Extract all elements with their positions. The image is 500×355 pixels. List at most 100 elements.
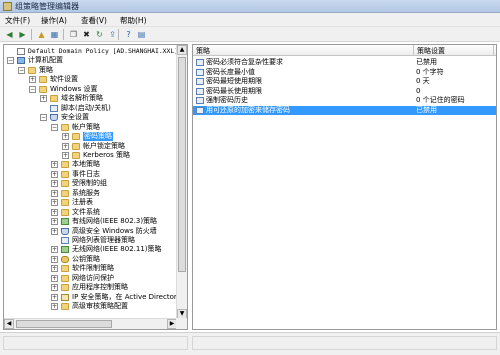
tree-item[interactable]: 脚本(启动/关机) [4,104,177,113]
tree-item[interactable]: − 计算机配置 [4,56,177,65]
scroll-thumb[interactable] [178,57,186,272]
tree-item[interactable]: + 注册表 [4,198,177,207]
expand-icon[interactable]: + [51,227,58,235]
tree-item[interactable]: 网络列表管理器策略 [4,236,177,245]
tree-item-label: 网络访问保护 [72,273,114,282]
scroll-up-icon[interactable]: ▲ [177,45,187,55]
expand-icon[interactable]: + [51,293,58,301]
tree-pane[interactable]: Default Domain Policy [AD.SHANGHAI.XXL] … [3,44,188,330]
properties-icon[interactable]: ▤ [136,29,147,40]
tree-item[interactable]: + IP 安全策略，在 Active Directory [4,293,177,302]
policy-row[interactable]: 密码最长使用期限 0 [193,87,496,96]
tree-item[interactable]: + 受限制的组 [4,179,177,188]
tree-horizontal-scrollbar[interactable]: ◀ ▶ [4,318,177,329]
delete-icon[interactable]: ✖ [81,29,92,40]
menu-view[interactable]: 查看(V) [81,15,107,26]
menu-bar: 文件(F) 操作(A) 查看(V) 帮助(H) [0,13,500,27]
tree-item[interactable]: + 文件系统 [4,208,177,217]
collapse-icon[interactable]: − [40,114,47,122]
expand-icon[interactable]: + [51,180,58,188]
tree-item-label: 文件系统 [72,207,100,216]
tree-item[interactable]: + 有线网络(IEEE 802.3)策略 [4,217,177,226]
menu-action[interactable]: 操作(A) [41,15,67,26]
forward-arrow-icon[interactable]: ▶ [17,29,28,40]
export-list-icon[interactable]: ⇪ [107,29,118,40]
tree-item[interactable]: + 软件限制策略 [4,264,177,273]
copy-icon[interactable]: ❐ [68,29,79,40]
up-folder-icon[interactable]: ▲ [36,29,47,40]
expand-icon[interactable]: + [29,76,36,84]
status-cell [3,336,188,350]
expand-icon[interactable]: + [62,142,69,150]
details-pane[interactable]: 策略 策略设置 密码必须符合复杂性要求 已禁用 密码长度最小值 0 个字符 密码最短使用… [192,44,497,330]
tree-item[interactable]: + 域名解析策略 [4,94,177,103]
tree-item[interactable]: + 高级审核策略配置 [4,302,177,311]
column-divider[interactable] [493,45,494,56]
tree-item[interactable]: Default Domain Policy [AD.SHANGHAI.XXL] … [4,47,177,56]
policy-row[interactable]: 密码长度最小值 0 个字符 [193,68,496,77]
menu-help[interactable]: 帮助(H) [120,15,147,26]
tree-item[interactable]: − 策略 [4,66,177,75]
policy-name: 强制密码历史 [206,96,248,104]
scroll-thumb-horizontal[interactable] [16,320,112,328]
column-divider[interactable] [413,45,414,56]
tree-item[interactable]: + 密码策略 [4,132,177,142]
tree-item-label: 策略 [39,65,53,74]
column-header-setting[interactable]: 策略设置 [417,46,445,56]
app-icon [3,2,12,11]
menu-file[interactable]: 文件(F) [5,15,30,26]
tree-item[interactable]: + 网络访问保护 [4,274,177,283]
expand-icon[interactable]: + [51,161,58,169]
tree-item[interactable]: − 安全设置 [4,113,177,122]
expand-icon[interactable]: + [51,218,58,226]
tree-item[interactable]: + 帐户锁定策略 [4,142,177,151]
expand-icon[interactable]: + [62,133,69,141]
collapse-icon[interactable]: − [51,123,58,131]
expand-icon[interactable]: + [62,151,69,159]
expand-icon[interactable]: + [51,199,58,207]
show-hide-tree-icon[interactable]: ▦ [49,29,60,40]
tree-item[interactable]: + 无线网络(IEEE 802.11)策略 [4,245,177,254]
policy-row[interactable]: 密码必须符合复杂性要求 已禁用 [193,58,496,67]
expand-icon[interactable]: + [51,189,58,197]
expand-icon[interactable]: + [51,284,58,292]
expand-icon[interactable]: + [51,274,58,282]
scroll-left-icon[interactable]: ◀ [4,319,14,329]
tree-item[interactable]: + 本地策略 [4,160,177,169]
expand-icon[interactable]: + [51,246,58,254]
tree-item[interactable]: + 软件设置 [4,75,177,84]
expand-icon[interactable]: + [51,170,58,178]
tree-item-label: 高级审核策略配置 [72,302,128,311]
policy-name: 用可还原的加密来储存密码 [206,105,290,114]
tree-item[interactable]: + 高级安全 Windows 防火墙 [4,227,177,236]
policy-row[interactable]: 用可还原的加密来储存密码 已禁用 [193,105,496,115]
policy-tree[interactable]: Default Domain Policy [AD.SHANGHAI.XXL] … [4,45,177,319]
tree-vertical-scrollbar[interactable]: ▲ ▼ [176,45,187,319]
tree-item[interactable]: + 系统服务 [4,189,177,198]
tree-item-label: 脚本(启动/关机) [61,103,111,112]
tree-item[interactable]: + Kerberos 策略 [4,151,177,160]
tree-item[interactable]: + 应用程序控制策略 [4,283,177,292]
tree-item[interactable]: + 事件日志 [4,170,177,179]
expand-icon[interactable]: + [51,208,58,216]
help-icon[interactable]: ? [123,29,134,40]
refresh-icon[interactable]: ↻ [94,29,105,40]
expand-icon[interactable]: + [51,255,58,263]
back-arrow-icon[interactable]: ◀ [4,29,15,40]
tree-item[interactable]: − 帐户策略 [4,123,177,132]
tree-item[interactable]: − Windows 设置 [4,85,177,94]
policy-row[interactable]: 强制密码历史 0 个记住的密码 [193,96,496,105]
tree-item[interactable]: + 公钥策略 [4,255,177,264]
expand-icon[interactable]: + [51,303,58,311]
expand-icon[interactable]: + [40,95,47,103]
collapse-icon[interactable]: − [29,85,36,93]
net-icon [61,246,69,254]
policy-row[interactable]: 密码最短使用期限 0 天 [193,77,496,86]
collapse-icon[interactable]: − [18,66,25,74]
folder-icon [39,85,47,93]
expand-icon[interactable]: + [51,265,58,273]
column-header-policy[interactable]: 策略 [196,46,210,56]
policy-setting: 0 天 [416,77,430,85]
status-cell [192,336,497,350]
collapse-icon[interactable]: − [7,57,14,65]
